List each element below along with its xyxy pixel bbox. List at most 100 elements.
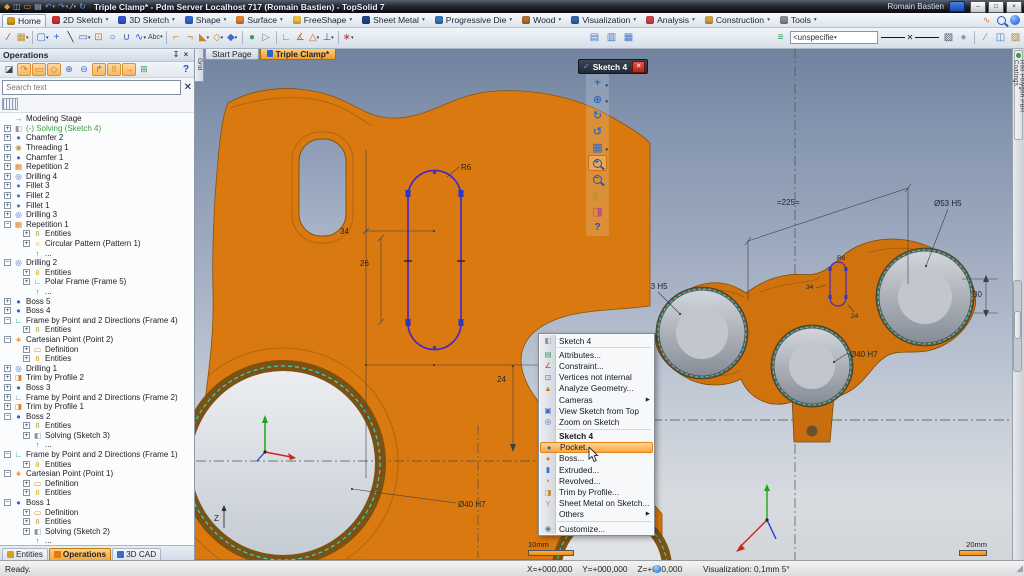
tree-item-drilling-4[interactable]: +◎Drilling 4 (0, 172, 194, 182)
frame-filter-icon[interactable]: ▭ (32, 63, 46, 76)
tree-item-fillet-3[interactable]: +●Fillet 3 (0, 181, 194, 191)
tree-item-polar-frame-frame-5[interactable]: +∟Polar Frame (Frame 5) (0, 277, 194, 287)
ribbon-tab-tools[interactable]: Tools▾ (776, 14, 821, 26)
tree-item-frame-by-point-and-2-directions-frame-4[interactable]: −∟Frame by Point and 2 Directions (Frame… (0, 315, 194, 325)
tree-item-cartesian-point-point-2[interactable]: −∗Cartesian Point (Point 2) (0, 335, 194, 345)
tree-item-boss-5[interactable]: +●Boss 5 (0, 296, 194, 306)
panel-tab-entities[interactable]: Entities (2, 548, 48, 560)
tree-item-trim-by-profile-1[interactable]: +◨Trim by Profile 1 (0, 402, 194, 412)
ribbon-tab-home[interactable]: Home (2, 14, 46, 27)
tree-item-drilling-3[interactable]: +◎Drilling 3 (0, 210, 194, 220)
tree-item-entities[interactable]: +8Entities (0, 517, 194, 527)
menu-item-cameras[interactable]: Cameras▶ (540, 394, 653, 405)
menu-item-trim-by-profile[interactable]: ◨Trim by Profile... (540, 486, 653, 497)
point-icon[interactable]: + (50, 29, 63, 46)
bore-left[interactable] (656, 287, 748, 379)
dim-slope-icon[interactable]: ∡ (294, 29, 307, 46)
from-solid-icon[interactable]: ◆▾ (226, 29, 239, 47)
expand-toggle[interactable]: + (4, 192, 11, 199)
orbit-icon[interactable]: ↺ (588, 123, 607, 139)
line-style-preview[interactable]: ✕ (881, 34, 939, 42)
tree-item-fillet-1[interactable]: +●Fillet 1 (0, 200, 194, 210)
ribbon-tab-shape[interactable]: Shape▾ (181, 14, 231, 26)
tree-item-boss-4[interactable]: +●Boss 4 (0, 306, 194, 316)
tree-item-definition[interactable]: +▭Definition (0, 344, 194, 354)
expand-toggle[interactable]: − (4, 413, 11, 420)
ribbon-tab-surface[interactable]: Surface▾ (232, 14, 286, 26)
center-icon[interactable]: ⊕▾ (588, 91, 607, 107)
menu-item-view-sketch-from-top[interactable]: ▣View Sketch from Top (540, 405, 653, 416)
tree-item-solving-sketch-4[interactable]: +◧(-) Solving (Sketch 4) (0, 124, 194, 134)
close-sketch-icon[interactable]: ✕ (632, 61, 645, 73)
brush-icon[interactable]: ∿ (980, 12, 993, 29)
pen-icon[interactable]: ∕ (71, 2, 72, 12)
tree-item-trim-by-profile-2[interactable]: +◨Trim by Profile 2 (0, 373, 194, 383)
expand-toggle[interactable]: + (23, 230, 30, 237)
constraints-icon[interactable]: ∗▾ (342, 29, 355, 47)
expand-toggle[interactable]: + (4, 374, 11, 381)
tree-item-entities[interactable]: +8Entities (0, 354, 194, 364)
tree-item-[interactable]: ↑... (0, 536, 194, 545)
tag-filter-icon[interactable]: ◇ (47, 63, 61, 76)
assembly-doc-icon[interactable]: ▦ (622, 29, 635, 46)
menu-item-zoom-on-sketch[interactable]: ◎Zoom on Sketch (540, 416, 653, 427)
expand-all-icon[interactable]: ⊕ (62, 63, 76, 76)
collapse-all-icon[interactable]: ⊖ (77, 63, 91, 76)
validate-sketch-icon[interactable]: ∕ (2, 29, 15, 46)
circle-icon[interactable]: ○ (106, 29, 119, 46)
tree-item-drilling-1[interactable]: +◎Drilling 1 (0, 363, 194, 373)
ribbon-tab-sheet-metal[interactable]: Sheet Metal▾ (358, 14, 429, 26)
pin-panel-icon[interactable]: ↧ (171, 50, 181, 59)
profile-icon[interactable]: ▢▾ (36, 29, 49, 47)
show-operations-icon[interactable]: → (122, 63, 136, 76)
expand-toggle[interactable]: + (4, 403, 11, 410)
goto-operation-icon[interactable]: ↷ (17, 63, 31, 76)
print-icon[interactable]: ▤ (34, 2, 42, 12)
pan-icon[interactable]: +▾ (588, 75, 607, 91)
close-button[interactable]: × (1006, 1, 1022, 13)
refresh-icon[interactable]: ↻ (79, 2, 86, 12)
tree-item-entities[interactable]: +8Entities (0, 459, 194, 469)
zoom-out-icon[interactable] (588, 171, 607, 187)
rotate-icon[interactable]: ↻ (588, 107, 607, 123)
tree-item-fillet-2[interactable]: +●Fillet 2 (0, 191, 194, 201)
pin-operation-icon[interactable]: ◪ (2, 63, 16, 76)
tree-item-chamfer-1[interactable]: +●Chamfer 1 (0, 152, 194, 162)
expand-toggle[interactable]: + (23, 489, 30, 496)
tree-item-[interactable]: ↑... (0, 287, 194, 297)
show-entities-icon[interactable]: 8 (107, 63, 121, 76)
dim-length-icon[interactable]: △▾ (308, 29, 321, 47)
expand-toggle[interactable]: − (4, 259, 11, 266)
menu-item-others[interactable]: Others▶ (540, 509, 653, 520)
expand-toggle[interactable]: + (4, 365, 11, 372)
tree-item-frame-by-point-and-2-directions-frame-1[interactable]: −∟Frame by Point and 2 Directions (Frame… (0, 450, 194, 460)
tree-item-circular-pattern-pattern-1[interactable]: +○Circular Pattern (Pattern 1) (0, 239, 194, 249)
expand-toggle[interactable]: − (4, 317, 11, 324)
part-doc-icon[interactable]: ▥ (605, 29, 618, 46)
expand-toggle[interactable]: + (4, 298, 11, 305)
project-geometry-icon[interactable]: ● (246, 29, 259, 46)
document-tab-triple-clamp[interactable]: Triple Clamp* (260, 48, 337, 60)
corner-fillet-icon[interactable]: ⌐ (170, 29, 183, 46)
scrollbar-thumb[interactable] (1014, 311, 1021, 339)
expand-toggle[interactable]: + (4, 134, 11, 141)
rectangle-icon[interactable]: ▭▾ (78, 29, 91, 47)
menu-item-vertices-not-internal[interactable]: ⊡Vertices not internal (540, 372, 653, 383)
expand-toggle[interactable]: − (4, 336, 11, 343)
document-tab-start-page[interactable]: Start Page (205, 48, 259, 60)
expand-toggle[interactable]: + (23, 422, 30, 429)
lock-icon[interactable]: ● (957, 29, 970, 46)
menu-item-analyze-geometry[interactable]: ▲Analyze Geometry... (540, 383, 653, 394)
triple-clamp-3d-model[interactable] (655, 239, 975, 442)
menu-item-customize[interactable]: ◉Customize... (540, 523, 653, 534)
line-icon[interactable]: ╲ (64, 29, 77, 46)
menu-item-revolved[interactable]: ◗Revolved... (540, 475, 653, 486)
expand-toggle[interactable]: + (4, 211, 11, 218)
insert-operation-icon[interactable]: ⊞ (137, 63, 151, 76)
app-icon[interactable]: ◆ (4, 2, 10, 12)
sketch-edit-tab[interactable]: ✓ Sketch 4 ✕ (578, 59, 648, 74)
expand-toggle[interactable]: + (23, 240, 30, 247)
tree-item-solving-sketch-2[interactable]: +◧Solving (Sketch 2) (0, 527, 194, 537)
iso-view-icon[interactable]: ◧ (588, 187, 607, 203)
tree-item-definition[interactable]: +▭Definition (0, 507, 194, 517)
